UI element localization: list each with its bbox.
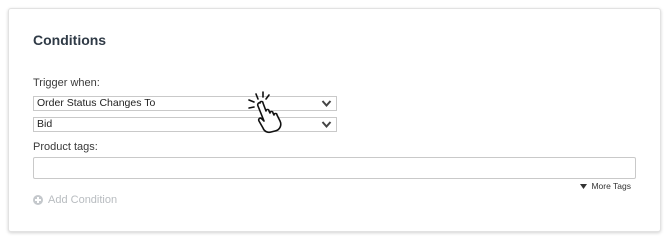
hand-pointer-icon bbox=[248, 91, 282, 134]
add-condition-label: Add Condition bbox=[48, 194, 118, 206]
trigger-select-value: Order Status Changes To bbox=[37, 97, 156, 109]
chevron-down-icon bbox=[321, 121, 332, 129]
more-tags-label: More Tags bbox=[591, 181, 631, 191]
product-tags-input[interactable] bbox=[33, 157, 636, 179]
product-tags-label: Product tags: bbox=[33, 141, 98, 153]
section-title: Conditions bbox=[33, 32, 107, 48]
chevron-down-icon bbox=[321, 100, 332, 108]
conditions-card: Conditions Trigger when: Order Status Ch… bbox=[8, 8, 661, 232]
plus-circle-icon bbox=[33, 195, 43, 205]
more-tags-link[interactable]: More Tags bbox=[580, 181, 631, 191]
trigger-label: Trigger when: bbox=[33, 77, 100, 89]
status-select-value: Bid bbox=[37, 118, 53, 130]
add-condition-button[interactable]: Add Condition bbox=[33, 194, 117, 206]
caret-down-icon bbox=[580, 183, 588, 189]
